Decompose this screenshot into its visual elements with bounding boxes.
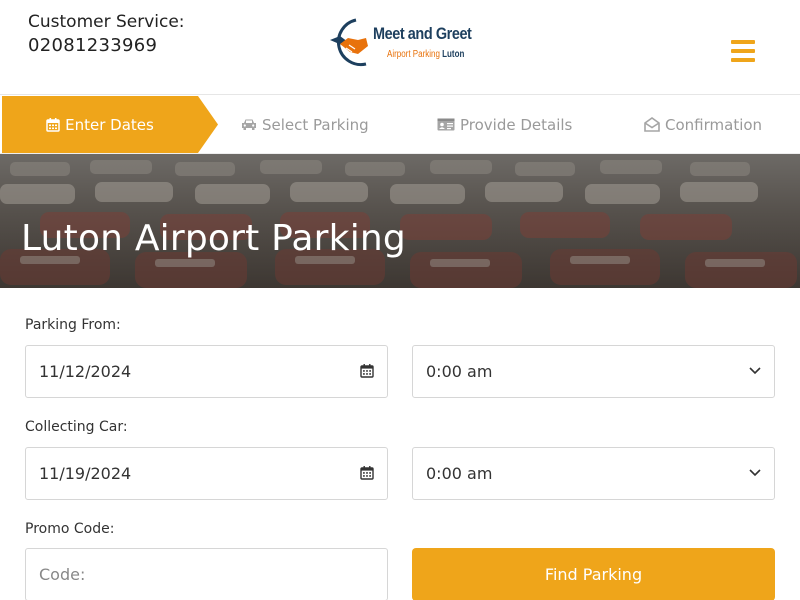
parking-from-date-value: 11/12/2024 xyxy=(39,362,132,381)
calendar-icon[interactable] xyxy=(360,465,374,480)
customer-service-label: Customer Service: xyxy=(28,12,185,32)
parking-from-time-value: 0:00 am xyxy=(426,362,493,381)
promo-code-label: Promo Code: xyxy=(25,521,115,537)
parking-from-date-input[interactable]: 11/12/2024 xyxy=(25,345,388,398)
chevron-down-icon xyxy=(749,367,761,375)
step-confirmation[interactable]: Confirmation xyxy=(644,95,762,154)
hamburger-icon[interactable] xyxy=(731,40,755,64)
chevron-down-icon xyxy=(749,469,761,477)
collecting-car-label: Collecting Car: xyxy=(25,419,128,435)
promo-code-placeholder: Code: xyxy=(39,565,86,584)
step-label: Confirmation xyxy=(665,115,763,134)
collecting-time-value: 0:00 am xyxy=(426,464,493,483)
customer-service-phone[interactable]: 02081233969 xyxy=(28,34,185,58)
step-provide-details[interactable]: Provide Details xyxy=(437,95,572,154)
hero-banner: Luton Airport Parking xyxy=(0,154,800,288)
parking-from-time-select[interactable]: 0:00 am xyxy=(412,345,775,398)
calendar-icon xyxy=(46,117,60,132)
calendar-icon[interactable] xyxy=(360,363,374,378)
booking-steps: Enter Dates Select Parking Provide Detai… xyxy=(0,95,800,154)
logo-title: Meet and Greet xyxy=(373,24,472,43)
collecting-time-select[interactable]: 0:00 am xyxy=(412,447,775,500)
find-parking-button[interactable]: Find Parking xyxy=(412,548,775,600)
promo-code-input[interactable]: Code: xyxy=(25,548,388,600)
step-label: Enter Dates xyxy=(65,115,154,134)
step-select-parking[interactable]: Select Parking xyxy=(241,95,369,154)
site-header: Customer Service: 02081233969 Meet and G… xyxy=(0,0,800,95)
step-label: Provide Details xyxy=(460,115,573,134)
page-title: Luton Airport Parking xyxy=(21,218,406,259)
handshake-logo-icon xyxy=(330,18,368,67)
logo-subtitle: Airport Parking Luton xyxy=(387,49,465,60)
step-label: Select Parking xyxy=(262,115,369,134)
site-logo[interactable]: Meet and Greet Airport Parking Luton xyxy=(326,18,476,70)
step-enter-dates[interactable]: Enter Dates xyxy=(2,96,218,153)
customer-service: Customer Service: 02081233969 xyxy=(28,11,185,58)
envelope-open-icon xyxy=(644,117,660,132)
parking-from-label: Parking From: xyxy=(25,317,121,333)
collecting-date-input[interactable]: 11/19/2024 xyxy=(25,447,388,500)
car-icon xyxy=(241,118,257,131)
id-card-icon xyxy=(437,118,455,131)
collecting-date-value: 11/19/2024 xyxy=(39,464,132,483)
